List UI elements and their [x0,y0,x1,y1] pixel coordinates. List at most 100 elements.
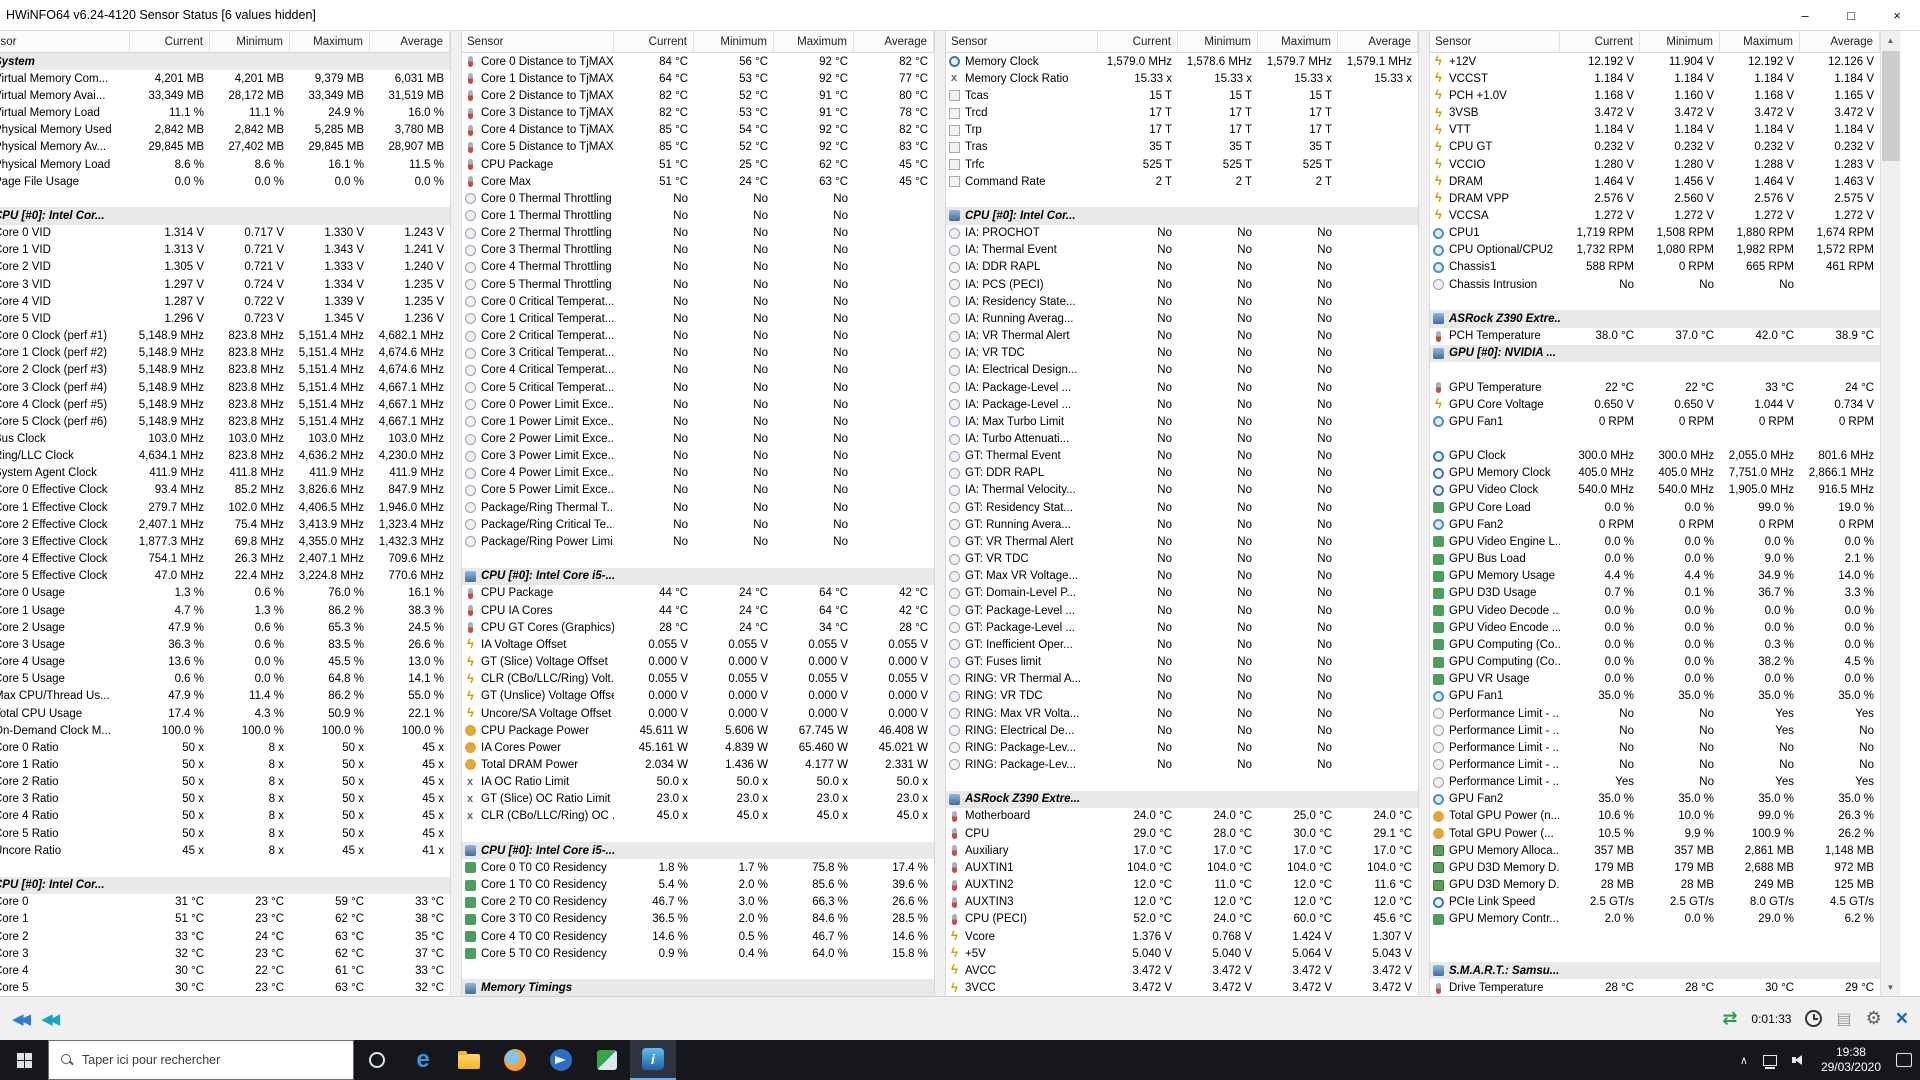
taskbar-explorer-button[interactable] [446,1040,492,1080]
sensor-row[interactable]: GT: Package-Level ...NoNoNo [946,619,1418,636]
sensor-row[interactable]: GPU Memory Alloca...357 MB357 MB2,861 MB… [1430,842,1880,859]
sensor-row[interactable]: GT (Slice) Voltage Offset0.000 V0.000 V0… [462,653,934,670]
sensor-row[interactable]: Core 2 Usage47.9 %0.6 %65.3 %24.5 % [0,619,450,636]
sensor-row[interactable]: Chassis IntrusionNoNoNo [1430,276,1880,293]
cortana-button[interactable] [354,1040,400,1080]
sensor-row[interactable]: Tcas15 T15 T15 T [946,87,1418,104]
sensor-row[interactable]: Core 0 Usage1.3 %0.6 %76.0 %16.1 % [0,585,450,602]
sensor-row[interactable]: Core 3 Distance to TjMAX82 °C53 °C91 °C7… [462,104,934,121]
sensor-row[interactable]: Page File Usage0.0 %0.0 %0.0 %0.0 % [0,173,450,190]
sensor-row[interactable]: Performance Limit - ...NoNoNoNo [1430,756,1880,773]
sensor-row[interactable]: IA: Running Averag...NoNoNo [946,310,1418,327]
settings-gear-icon[interactable]: ⚙ [1866,1008,1882,1029]
sensor-row[interactable]: GPU Clock300.0 MHz300.0 MHz2,055.0 MHz80… [1430,448,1880,465]
close-button[interactable]: × [1874,0,1920,30]
sensor-row[interactable]: PCH +1.0V1.168 V1.160 V1.168 V1.165 V [1430,87,1880,104]
sensor-row[interactable]: Max CPU/Thread Us...47.9 %11.4 %86.2 %55… [0,688,450,705]
sensor-row[interactable]: Core 4 Power Limit Exce...NoNoNo [462,465,934,482]
sensor-row[interactable]: GPU Video Decode ...0.0 %0.0 %0.0 %0.0 % [1430,602,1880,619]
sensor-row[interactable]: CPU GT Cores (Graphics)28 °C24 °C34 °C28… [462,619,934,636]
sensor-row[interactable]: Core 3 Critical Temperat...NoNoNo [462,345,934,362]
column-header-sensor[interactable]: Sensor [0,31,130,52]
sensor-row[interactable]: CPU GT0.232 V0.232 V0.232 V0.232 V [1430,139,1880,156]
sensor-row[interactable]: GT (Slice) OC Ratio Limit23.0 x23.0 x23.… [462,791,934,808]
sensor-row[interactable]: Core 1 Usage4.7 %1.3 %86.2 %38.3 % [0,602,450,619]
close-sensors-icon[interactable]: × [1896,1007,1908,1031]
sensor-row[interactable]: Core 0 Critical Temperat...NoNoNo [462,293,934,310]
sensor-row[interactable]: Core 2 Thermal ThrottlingNoNoNo [462,225,934,242]
taskbar-search-box[interactable]: Taper ici pour rechercher [48,1040,354,1080]
sensor-row[interactable]: Package/Ring Power Limi...NoNoNo [462,533,934,550]
sensor-row[interactable]: CPU Package Power45.611 W5.606 W67.745 W… [462,722,934,739]
sensor-row[interactable]: Tras35 T35 T35 T [946,139,1418,156]
sensor-row[interactable]: Core 3 T0 C0 Residency36.5 %2.0 %84.6 %2… [462,911,934,928]
section-row[interactable]: S.M.A.R.T.: Samsu... [1430,962,1880,979]
sensor-row[interactable]: Core 1 VID1.313 V0.721 V1.343 V1.241 V [0,242,450,259]
sensor-row[interactable]: GPU Video Encode ...0.0 %0.0 %0.0 %0.0 % [1430,619,1880,636]
sensor-row[interactable]: Core 2 Effective Clock2,407.1 MHz75.4 MH… [0,516,450,533]
sensor-row[interactable]: Total GPU Power (n...10.6 %10.0 %99.0 %2… [1430,808,1880,825]
section-row[interactable]: GPU [#0]: NVIDIA ... [1430,345,1880,362]
sensor-row[interactable]: Core 332 °C23 °C62 °C37 °C [0,945,450,962]
sensor-row[interactable]: Physical Memory Load8.6 %8.6 %16.1 %11.5… [0,156,450,173]
sensor-row[interactable]: VTT1.184 V1.184 V1.184 V1.184 V [1430,122,1880,139]
section-row[interactable]: CPU [#0]: Intel Core i5-... [462,842,934,859]
sensor-row[interactable]: Core 1 Distance to TjMAX64 °C53 °C92 °C7… [462,70,934,87]
sensor-row[interactable]: GPU Temperature22 °C22 °C33 °C24 °C [1430,379,1880,396]
sensor-row[interactable]: Core 2 Critical Temperat...NoNoNo [462,328,934,345]
sensor-row[interactable]: Core 4 VID1.287 V0.722 V1.339 V1.235 V [0,293,450,310]
sensor-row[interactable]: Virtual Memory Load11.1 %11.1 %24.9 %16.… [0,104,450,121]
panel-splitter[interactable] [450,31,462,996]
sensor-row[interactable]: Core 2 Power Limit Exce...NoNoNo [462,430,934,447]
taskbar-firefox-button[interactable] [492,1040,538,1080]
scroll-down-arrow-icon[interactable]: ▼ [1881,978,1900,996]
sensor-row[interactable]: Core 3 Power Limit Exce...NoNoNo [462,448,934,465]
sensor-row[interactable]: Core 4 Effective Clock754.1 MHz26.3 MHz2… [0,551,450,568]
sensor-row[interactable]: GT (Unslice) Voltage Offset0.000 V0.000 … [462,688,934,705]
sensor-row[interactable]: Core 1 Effective Clock279.7 MHz102.0 MHz… [0,499,450,516]
sensor-row[interactable]: Core 530 °C23 °C63 °C32 °C [0,979,450,996]
column-header-maximum[interactable]: Maximum [290,31,370,52]
sensor-row[interactable]: +5V5.040 V5.040 V5.064 V5.043 V [946,945,1418,962]
taskbar-app-button[interactable] [584,1040,630,1080]
sensor-row[interactable]: GPU Fan135.0 %35.0 %35.0 %35.0 % [1430,688,1880,705]
panel-splitter[interactable] [1418,31,1430,996]
section-row[interactable]: CPU [#0]: Intel Cor... [946,207,1418,224]
section-row[interactable]: ASRock Z390 Extre... [1430,310,1880,327]
sensor-row[interactable]: RING: Package-Lev...NoNoNo [946,756,1418,773]
sensor-row[interactable]: 3VSB3.472 V3.472 V3.472 V3.472 V [1430,104,1880,121]
sensor-row[interactable]: GT: Thermal EventNoNoNo [946,448,1418,465]
sensor-row[interactable]: GPU Bus Load0.0 %0.0 %9.0 %2.1 % [1430,551,1880,568]
sensor-row[interactable]: GT: Max VR Voltage...NoNoNo [946,568,1418,585]
sensor-row[interactable]: Bus Clock103.0 MHz103.0 MHz103.0 MHz103.… [0,430,450,447]
sensor-row[interactable]: Core 1 Power Limit Exce...NoNoNo [462,413,934,430]
section-row[interactable]: System [0,53,450,70]
sensor-row[interactable]: Physical Memory Used2,842 MB2,842 MB5,28… [0,122,450,139]
sensor-row[interactable]: Core 0 Thermal ThrottlingNoNoNo [462,190,934,207]
sensor-row[interactable]: Memory Clock1,579.0 MHz1,578.6 MHz1,579.… [946,53,1418,70]
sensor-row[interactable]: Performance Limit - ...YesNoYesYes [1430,774,1880,791]
sensor-row[interactable]: IA: VR Thermal AlertNoNoNo [946,328,1418,345]
sensor-row[interactable]: Core 0 Distance to TjMAX84 °C56 °C92 °C8… [462,53,934,70]
sensor-row[interactable]: Core 1 Thermal ThrottlingNoNoNo [462,207,934,224]
sensor-row[interactable]: GPU Fan20 RPM0 RPM0 RPM0 RPM [1430,516,1880,533]
tray-chevron-icon[interactable]: ∧ [1740,1054,1748,1067]
sensor-row[interactable]: Core 5 Ratio50 x8 x50 x45 x [0,825,450,842]
sensor-row[interactable]: RING: VR Thermal A...NoNoNo [946,671,1418,688]
sensor-row[interactable]: IA: Thermal EventNoNoNo [946,242,1418,259]
sensor-row[interactable]: GPU Memory Usage4.4 %4.4 %34.9 %14.0 % [1430,568,1880,585]
sensor-row[interactable]: AUXTIN212.0 °C11.0 °C12.0 °C11.6 °C [946,877,1418,894]
sensor-row[interactable]: Core 5 Power Limit Exce...NoNoNo [462,482,934,499]
sensor-row[interactable]: GT: VR Thermal AlertNoNoNo [946,533,1418,550]
sensor-row[interactable]: CPU Optional/CPU21,732 RPM1,080 RPM1,982… [1430,242,1880,259]
sensor-row[interactable]: CLR (CBo/LLC/Ring) OC ...45.0 x45.0 x45.… [462,808,934,825]
sensor-row[interactable]: Trp17 T17 T17 T [946,122,1418,139]
sensor-row[interactable]: Core 1 T0 C0 Residency5.4 %2.0 %85.6 %39… [462,877,934,894]
sensor-row[interactable]: CPU (PECI)52.0 °C24.0 °C60.0 °C45.6 °C [946,911,1418,928]
sensor-row[interactable]: Core 1 Critical Temperat...NoNoNo [462,310,934,327]
network-icon[interactable] [1763,1055,1777,1066]
sensor-row[interactable]: Uncore/SA Voltage Offset0.000 V0.000 V0.… [462,705,934,722]
sensor-row[interactable]: Core 0 VID1.314 V0.717 V1.330 V1.243 V [0,225,450,242]
sensor-row[interactable]: Core 1 Ratio50 x8 x50 x45 x [0,756,450,773]
sensor-row[interactable]: Core 2 Clock (perf #3)5,148.9 MHz823.8 M… [0,362,450,379]
